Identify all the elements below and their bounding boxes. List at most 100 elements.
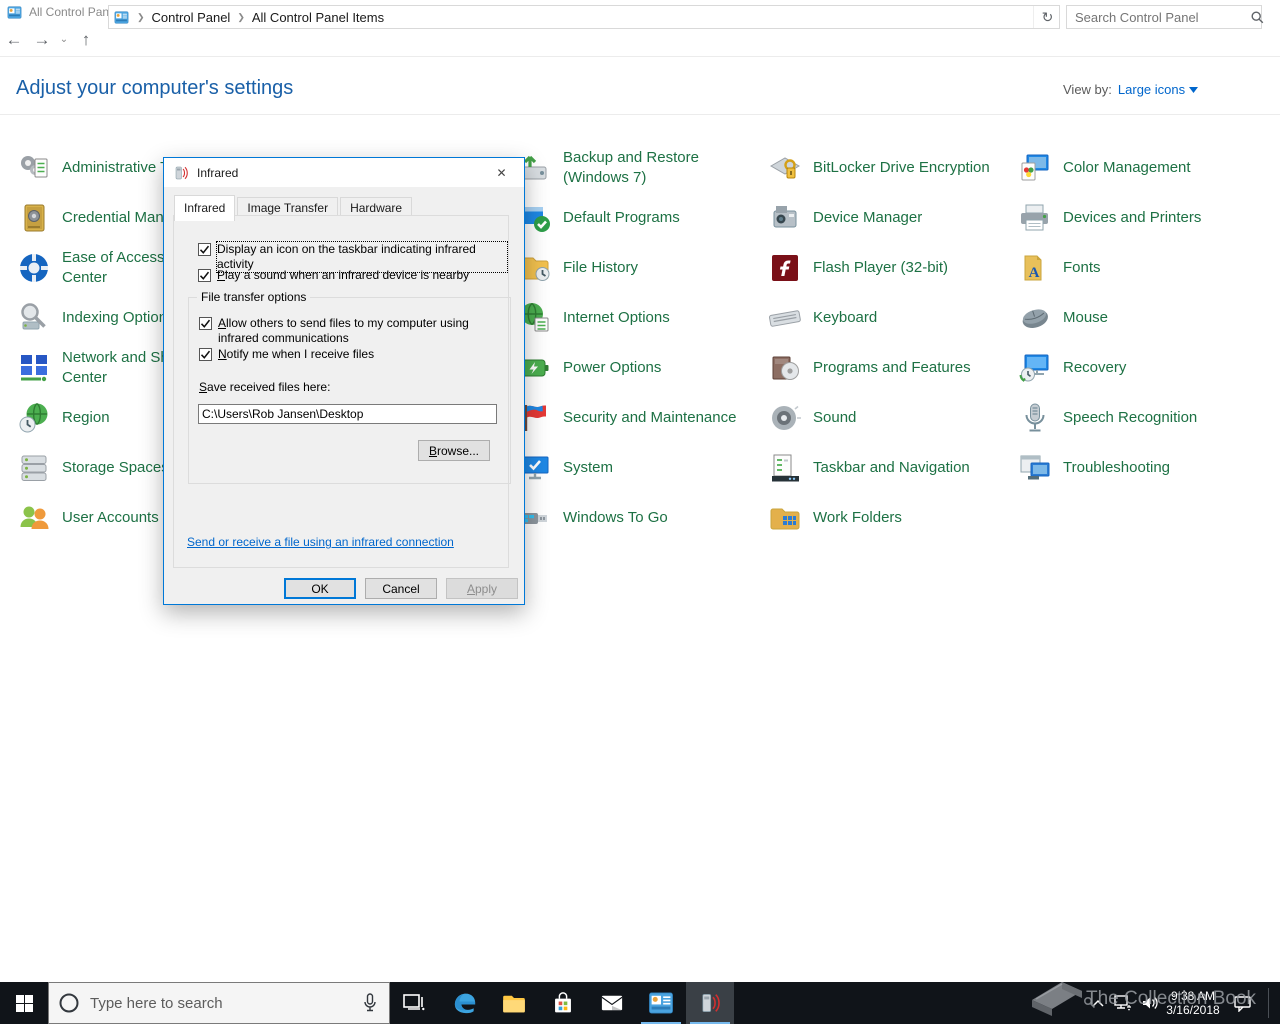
taskbar-app-infrared[interactable] — [686, 982, 734, 1024]
control-panel-item-label[interactable]: Speech Recognition — [1063, 408, 1197, 428]
volume-icon[interactable] — [1138, 982, 1164, 1024]
taskbar-app-store[interactable] — [539, 982, 587, 1024]
control-panel-item-label[interactable]: Keyboard — [813, 308, 877, 328]
control-panel-item-label[interactable]: Backup and Restore (Windows 7) — [563, 148, 748, 188]
control-panel-item-label[interactable]: File History — [563, 258, 638, 278]
checkbox-icon[interactable] — [198, 243, 211, 256]
control-panel-item[interactable]: Flash Player (32-bit) — [767, 248, 948, 288]
taskbar-search[interactable]: Type here to search — [48, 982, 390, 1024]
control-panel-item[interactable]: Default Programs — [517, 198, 680, 238]
control-panel-item-label[interactable]: Fonts — [1063, 258, 1101, 278]
control-panel-item-label[interactable]: Device Manager — [813, 208, 922, 228]
up-arrow-icon[interactable]: ↑ — [72, 30, 100, 50]
control-panel-item[interactable]: Storage Spaces — [16, 448, 169, 488]
control-panel-item-label[interactable]: Work Folders — [813, 508, 902, 528]
close-icon[interactable]: ✕ — [479, 158, 524, 187]
control-panel-item[interactable]: Programs and Features — [767, 348, 971, 388]
checkbox-play-sound[interactable]: Play a sound when an infrared device is … — [198, 268, 469, 283]
control-panel-item-label[interactable]: Indexing Options — [62, 308, 175, 328]
control-panel-item-label[interactable]: Security and Maintenance — [563, 408, 736, 428]
control-panel-item-label[interactable]: Internet Options — [563, 308, 670, 328]
taskbar-clock[interactable]: 9:38 AM 3/16/2018 — [1160, 982, 1226, 1024]
view-by-label: View by: — [1063, 82, 1112, 97]
control-panel-item-label[interactable]: Region — [62, 408, 110, 428]
save-path-input[interactable] — [198, 404, 497, 424]
control-panel-item-label[interactable]: Programs and Features — [813, 358, 971, 378]
control-panel-item-label[interactable]: System — [563, 458, 613, 478]
recent-pages-chevron-icon[interactable]: ⌄ — [56, 34, 72, 45]
control-panel-item[interactable]: Work Folders — [767, 498, 902, 538]
hidden-icons-chevron-icon[interactable] — [1088, 982, 1108, 1024]
view-by-dropdown[interactable]: Large icons — [1118, 82, 1199, 97]
control-panel-item[interactable]: BitLocker Drive Encryption — [767, 148, 990, 188]
keyboard-icon — [767, 300, 803, 336]
search-input[interactable] — [1067, 9, 1251, 25]
taskbar-app-file-explorer[interactable] — [490, 982, 538, 1024]
breadcrumb-all-control-panel-items[interactable]: All Control Panel Items — [252, 10, 384, 25]
control-panel-item[interactable]: Devices and Printers — [1017, 198, 1201, 238]
checkbox-icon[interactable] — [199, 317, 212, 330]
action-center-icon[interactable] — [1228, 982, 1258, 1024]
control-panel-item[interactable]: Device Manager — [767, 198, 922, 238]
checkbox-icon[interactable] — [199, 348, 212, 361]
control-panel-item[interactable]: A Fonts — [1017, 248, 1101, 288]
show-desktop-button[interactable] — [1268, 988, 1269, 1018]
control-panel-item[interactable]: User Accounts — [16, 498, 159, 538]
send-receive-file-link[interactable]: Send or receive a file using an infrared… — [187, 535, 454, 549]
control-panel-item-label[interactable]: Mouse — [1063, 308, 1108, 328]
forward-arrow-icon[interactable]: → — [28, 30, 56, 50]
bitlocker-icon — [767, 150, 803, 186]
control-panel-item[interactable]: System — [517, 448, 613, 488]
control-panel-item-label[interactable]: User Accounts — [62, 508, 159, 528]
control-panel-item[interactable]: Internet Options — [517, 298, 670, 338]
cancel-button[interactable]: Cancel — [365, 578, 437, 599]
control-panel-item[interactable]: Windows To Go — [517, 498, 668, 538]
control-panel-item[interactable]: Keyboard — [767, 298, 877, 338]
control-panel-item[interactable]: File History — [517, 248, 638, 288]
back-arrow-icon[interactable]: ← — [0, 30, 28, 50]
control-panel-item[interactable]: Recovery — [1017, 348, 1126, 388]
control-panel-item-label[interactable]: Power Options — [563, 358, 661, 378]
taskbar-app-mail[interactable] — [588, 982, 636, 1024]
control-panel-item[interactable]: Mouse — [1017, 298, 1108, 338]
control-panel-item[interactable]: Power Options — [517, 348, 661, 388]
control-panel-item[interactable]: Region — [16, 398, 110, 438]
refresh-icon[interactable]: ↻ — [1036, 5, 1060, 29]
task-view-button[interactable] — [390, 982, 438, 1024]
control-panel-item-label[interactable]: BitLocker Drive Encryption — [813, 158, 990, 178]
control-panel-item[interactable]: Security and Maintenance — [517, 398, 736, 438]
address-bar[interactable]: ❯ Control Panel ❯ All Control Panel Item… — [108, 5, 1058, 29]
breadcrumb-control-panel[interactable]: Control Panel — [152, 10, 231, 25]
control-panel-item-label[interactable]: Recovery — [1063, 358, 1126, 378]
checkbox-allow-send[interactable]: Allow others to send files to my compute… — [199, 316, 480, 346]
start-button[interactable] — [0, 982, 48, 1024]
tab-infrared[interactable]: Infrared — [174, 195, 236, 221]
control-panel-item-label[interactable]: Windows To Go — [563, 508, 668, 528]
control-panel-item-label[interactable]: Troubleshooting — [1063, 458, 1170, 478]
search-icon[interactable] — [1251, 10, 1264, 24]
network-icon[interactable] — [1110, 982, 1136, 1024]
control-panel-item-label[interactable]: Flash Player (32-bit) — [813, 258, 948, 278]
checkbox-label[interactable]: Allow others to send files to my compute… — [218, 316, 480, 346]
control-panel-item[interactable]: Backup and Restore (Windows 7) — [517, 148, 748, 188]
control-panel-item-label[interactable]: Color Management — [1063, 158, 1191, 178]
ok-button[interactable]: OK — [284, 578, 356, 599]
control-panel-item[interactable]: Taskbar and Navigation — [767, 448, 970, 488]
taskbar-app-edge[interactable] — [441, 982, 489, 1024]
checkbox-label[interactable]: Notify me when I receive files — [218, 347, 374, 362]
control-panel-item[interactable]: Indexing Options — [16, 298, 175, 338]
browse-button[interactable]: Browse... — [418, 440, 490, 461]
control-panel-item-label[interactable]: Sound — [813, 408, 856, 428]
checkbox-icon[interactable] — [198, 269, 211, 282]
checkbox-label[interactable]: Play a sound when an infrared device is … — [217, 268, 469, 283]
control-panel-item[interactable]: Color Management — [1017, 148, 1191, 188]
control-panel-item[interactable]: Speech Recognition — [1017, 398, 1197, 438]
control-panel-item-label[interactable]: Storage Spaces — [62, 458, 169, 478]
control-panel-item[interactable]: Sound — [767, 398, 856, 438]
checkbox-notify-me[interactable]: Notify me when I receive files — [199, 347, 374, 362]
control-panel-item-label[interactable]: Taskbar and Navigation — [813, 458, 970, 478]
control-panel-item[interactable]: Troubleshooting — [1017, 448, 1170, 488]
control-panel-item-label[interactable]: Default Programs — [563, 208, 680, 228]
taskbar-app-control-panel[interactable] — [637, 982, 685, 1024]
control-panel-item-label[interactable]: Devices and Printers — [1063, 208, 1201, 228]
